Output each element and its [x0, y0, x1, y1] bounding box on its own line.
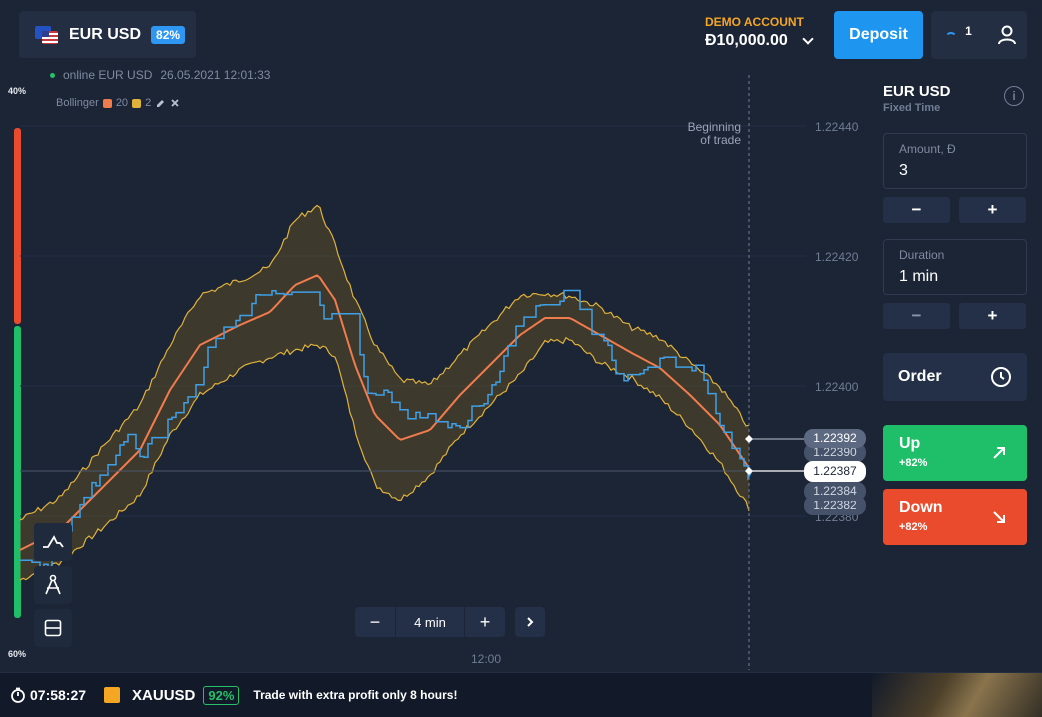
chevron-down-icon[interactable]	[802, 33, 814, 45]
price-tag-stacked: 1.22384	[804, 482, 866, 501]
promo-bar[interactable]: 07:58:27 XAUUSD 92% Trade with extra pro…	[0, 672, 1042, 717]
promo-symbol: XAUUSD	[132, 686, 196, 704]
chart-type-button[interactable]	[34, 523, 72, 561]
entry-price-tag: 1.22392	[804, 429, 866, 448]
clock-icon	[991, 367, 1011, 387]
order-label: Order	[898, 368, 942, 385]
duration-label: Duration	[899, 248, 945, 262]
panel-asset-title: EUR USD	[883, 83, 951, 100]
price-level-label: 1.22440	[815, 120, 859, 134]
price-chart[interactable]: Beginning of trade 1.22440 1.22420 1.224…	[0, 60, 870, 672]
line-chart-icon	[43, 535, 64, 548]
panel-trade-type: Fixed Time	[883, 102, 941, 114]
chevron-right-icon	[527, 617, 534, 627]
timeframe-value: 4 min	[395, 607, 465, 637]
asset-payout-badge: 82%	[151, 25, 186, 44]
duration-decrease-button[interactable]: −	[883, 303, 950, 329]
pending-order-button[interactable]: Order	[883, 353, 1027, 401]
asset-selector[interactable]: EUR USD 82%	[19, 11, 196, 58]
trade-start-label-1: Beginning	[688, 120, 741, 134]
open-trades-button[interactable]: 1	[931, 11, 986, 59]
promo-text: Trade with extra profit only 8 hours!	[253, 688, 458, 702]
compass-icon	[45, 574, 61, 595]
layout-icon	[44, 619, 62, 637]
gold-bars-image	[872, 673, 1042, 717]
zoom-in-button[interactable]: +	[465, 607, 505, 637]
gold-bars-icon	[104, 687, 121, 703]
duration-field[interactable]: Duration 1 min	[883, 239, 1027, 295]
drawing-tools-button[interactable]	[34, 566, 72, 604]
amount-label: Amount, Đ	[899, 142, 956, 156]
timeframe-control: − 4 min +	[355, 607, 505, 637]
trade-start-label-2: of trade	[700, 133, 741, 147]
stopwatch-icon	[11, 687, 25, 703]
user-icon	[997, 25, 1016, 45]
account-balance: Đ10,000.00	[705, 32, 788, 49]
price-level-label: 1.22400	[815, 380, 859, 394]
time-axis-label: 12:00	[471, 652, 501, 666]
up-button[interactable]: Up +82%	[883, 425, 1027, 481]
trade-progress-icon	[945, 32, 958, 44]
promo-timer: 07:58:27	[30, 687, 87, 703]
info-icon[interactable]: i	[1004, 86, 1024, 106]
duration-value[interactable]: 1 min	[899, 268, 1011, 286]
scroll-right-button[interactable]	[515, 607, 545, 637]
down-button[interactable]: Down +82%	[883, 489, 1027, 545]
account-type-label: DEMO ACCOUNT	[705, 15, 804, 29]
arrow-up-right-icon	[993, 447, 1005, 459]
asset-name: EUR USD	[69, 25, 142, 43]
duration-increase-button[interactable]: +	[959, 303, 1026, 329]
account-switcher[interactable]: DEMO ACCOUNT Đ10,000.00	[705, 15, 814, 50]
eur-usd-flag-icon	[35, 25, 59, 44]
profile-button[interactable]	[986, 11, 1027, 59]
promo-payout-badge: 92%	[203, 685, 240, 705]
amount-decrease-button[interactable]: −	[883, 197, 950, 223]
amount-increase-button[interactable]: +	[959, 197, 1026, 223]
arrow-down-right-icon	[993, 511, 1005, 523]
current-price-tag: 1.22387	[804, 461, 866, 482]
indicators-button[interactable]	[34, 609, 72, 647]
deposit-button[interactable]: Deposit	[834, 11, 923, 59]
open-trades-count: 1	[965, 24, 972, 38]
amount-field[interactable]: Amount, Đ 3	[883, 133, 1027, 189]
amount-value[interactable]: 3	[899, 162, 1011, 180]
zoom-out-button[interactable]: −	[355, 607, 395, 637]
price-level-label: 1.22420	[815, 250, 859, 264]
